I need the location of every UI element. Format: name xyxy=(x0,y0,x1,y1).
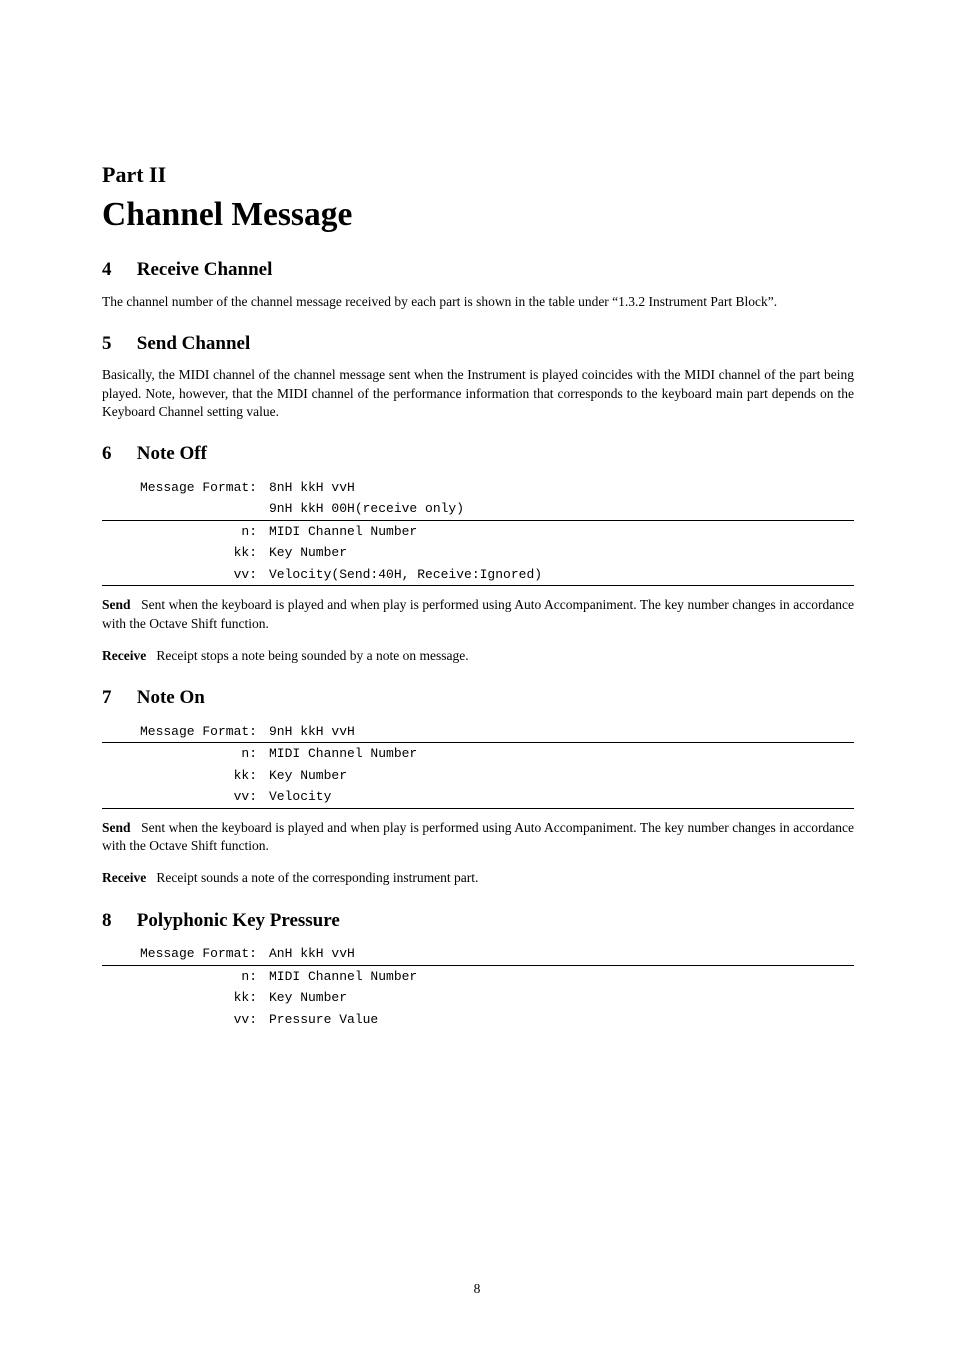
param-kk-label: kk: xyxy=(102,765,269,787)
section-7-number: 7 xyxy=(102,685,132,711)
section-5-number: 5 xyxy=(102,331,132,357)
param-n-value: MIDI Channel Number xyxy=(269,965,854,987)
section-6-receive-para: Receive Receipt stops a note being sound… xyxy=(102,647,854,665)
section-6-title: Note Off xyxy=(137,443,207,464)
section-4-body: The channel number of the channel messag… xyxy=(102,293,854,311)
receive-lead: Receive xyxy=(102,870,146,885)
section-7-format-table: Message Format: 9nH kkH vvH n: MIDI Chan… xyxy=(102,721,854,809)
param-kk-label: kk: xyxy=(102,542,269,564)
section-5-title: Send Channel xyxy=(137,333,251,354)
section-8-format-table: Message Format: AnH kkH vvH n: MIDI Chan… xyxy=(102,943,854,1030)
message-format-value-1: 9nH kkH vvH xyxy=(269,721,854,743)
param-vv-label: vv: xyxy=(102,564,269,586)
page-number: 8 xyxy=(0,1280,954,1298)
section-5-heading: 5 Send Channel xyxy=(102,331,854,357)
section-8-heading: 8 Polyphonic Key Pressure xyxy=(102,908,854,934)
section-6-send-para: Send Sent when the keyboard is played an… xyxy=(102,596,854,632)
message-format-value-2: 9nH kkH 00H(receive only) xyxy=(269,498,854,520)
section-6-heading: 6 Note Off xyxy=(102,441,854,467)
section-7-title: Note On xyxy=(137,687,205,708)
param-kk-label: kk: xyxy=(102,987,269,1009)
message-format-label: Message Format: xyxy=(102,477,269,499)
send-lead: Send xyxy=(102,820,131,835)
param-vv-label: vv: xyxy=(102,786,269,808)
message-format-label: Message Format: xyxy=(102,943,269,965)
receive-body: Receipt sounds a note of the correspondi… xyxy=(156,870,478,885)
param-kk-value: Key Number xyxy=(269,765,854,787)
param-n-label: n: xyxy=(102,520,269,542)
send-lead: Send xyxy=(102,597,131,612)
receive-lead: Receive xyxy=(102,648,146,663)
send-body: Sent when the keyboard is played and whe… xyxy=(102,597,854,630)
part-title: Channel Message xyxy=(102,192,854,237)
message-format-value-1: AnH kkH vvH xyxy=(269,943,854,965)
message-format-label: Message Format: xyxy=(102,721,269,743)
section-7-heading: 7 Note On xyxy=(102,685,854,711)
send-body: Sent when the keyboard is played and whe… xyxy=(102,820,854,853)
param-vv-value: Velocity xyxy=(269,786,854,808)
section-5-body: Basically, the MIDI channel of the chann… xyxy=(102,366,854,421)
section-7-receive-para: Receive Receipt sounds a note of the cor… xyxy=(102,869,854,887)
section-4-number: 4 xyxy=(102,257,132,283)
part-label: Part II xyxy=(102,160,854,190)
message-format-value-1: 8nH kkH vvH xyxy=(269,477,854,499)
section-4-heading: 4 Receive Channel xyxy=(102,257,854,283)
param-n-value: MIDI Channel Number xyxy=(269,743,854,765)
param-kk-value: Key Number xyxy=(269,987,854,1009)
section-8-number: 8 xyxy=(102,908,132,934)
param-n-value: MIDI Channel Number xyxy=(269,520,854,542)
param-kk-value: Key Number xyxy=(269,542,854,564)
section-6-format-table: Message Format: 8nH kkH vvH 9nH kkH 00H(… xyxy=(102,477,854,587)
section-8-title: Polyphonic Key Pressure xyxy=(137,910,340,931)
param-vv-value: Velocity(Send:40H, Receive:Ignored) xyxy=(269,564,854,586)
param-n-label: n: xyxy=(102,965,269,987)
param-vv-value: Pressure Value xyxy=(269,1009,854,1031)
section-6-number: 6 xyxy=(102,441,132,467)
receive-body: Receipt stops a note being sounded by a … xyxy=(156,648,468,663)
param-vv-label: vv: xyxy=(102,1009,269,1031)
param-n-label: n: xyxy=(102,743,269,765)
section-7-send-para: Send Sent when the keyboard is played an… xyxy=(102,819,854,855)
section-4-title: Receive Channel xyxy=(137,259,273,280)
